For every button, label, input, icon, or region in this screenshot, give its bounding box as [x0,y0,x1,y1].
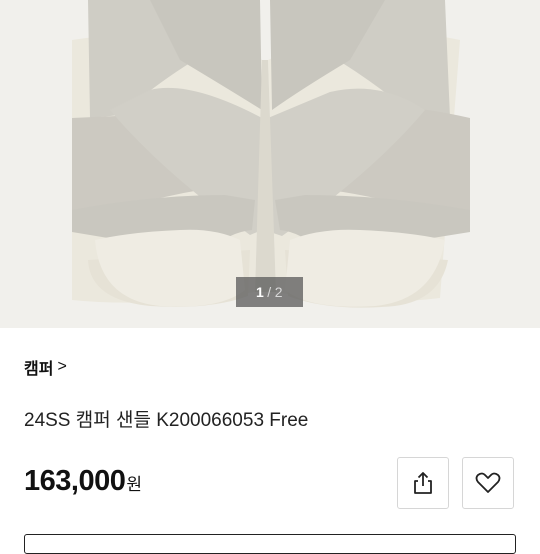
price-unit: 원 [126,475,142,494]
pager-current: 1 [256,284,265,300]
shop-link[interactable]: 캠퍼 > [24,355,67,379]
image-pager: 1 / 2 [236,277,303,307]
shop-name: 캠퍼 [24,361,54,378]
product-price: 163,000 원 [24,465,142,498]
pager-separator: / [267,284,272,300]
pager-total: 2 [274,284,283,300]
share-icon [414,472,432,494]
action-button-bar[interactable] [24,534,516,554]
heart-icon [475,472,501,493]
product-image-carousel[interactable]: 1 / 2 [0,0,540,328]
share-button[interactable] [397,457,449,509]
product-title: 24SS 캠퍼 샌들 K200066053 Free [24,410,309,431]
wishlist-button[interactable] [462,457,514,509]
price-amount: 163,000 [24,465,126,497]
chevron-right-icon: > [57,358,67,375]
